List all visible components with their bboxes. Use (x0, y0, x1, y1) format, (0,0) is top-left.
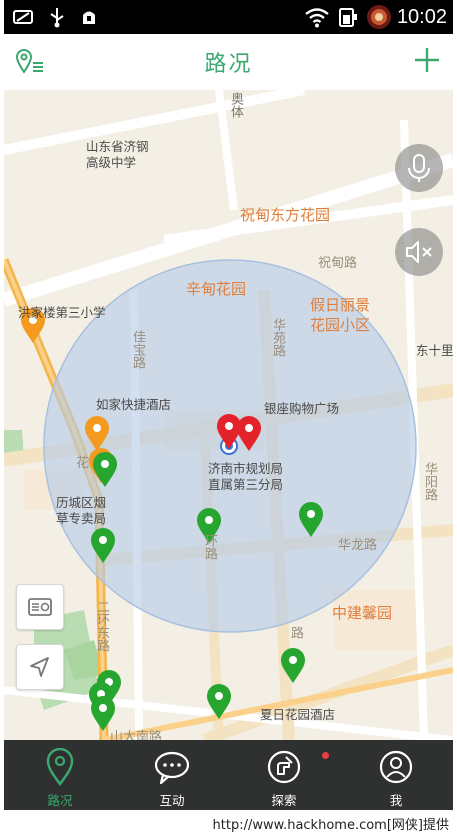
map-label-poi: 银座购物广场 (264, 401, 340, 416)
voice-button[interactable] (395, 144, 443, 192)
tab-traffic[interactable]: 路况 (4, 740, 116, 810)
map-label-poi: 洪家楼第三小学 (18, 305, 106, 320)
traffic-pin-green[interactable] (280, 648, 306, 684)
wifi-icon (305, 8, 329, 28)
mute-speaker-icon (406, 241, 432, 263)
android-debug-icon (83, 11, 95, 24)
watermark-text: http://www.hackhome.com[网侠]提供 (212, 818, 449, 833)
tab-explore[interactable]: 探索 (228, 740, 340, 810)
map-label-road: 华龙路 (338, 538, 378, 553)
bottom-tab-bar: 路况 互动 探索 我 (4, 740, 453, 810)
explore-badge (322, 752, 329, 759)
traffic-pin-green[interactable] (92, 452, 118, 488)
map-label-poi: 东十里 (416, 343, 453, 358)
tab-label: 互动 (159, 793, 185, 808)
traffic-pin-red[interactable] (236, 416, 262, 452)
microphone-icon (408, 154, 430, 182)
map-label-poi: 直属第三分局 (208, 477, 284, 492)
map-label-road: 奥体 (228, 92, 243, 118)
traffic-pin-orange[interactable] (84, 416, 110, 452)
locate-button[interactable] (16, 644, 64, 690)
watermark-footer: http://www.hackhome.com[网侠]提供 (0, 810, 457, 837)
status-time: 10:02 (396, 6, 447, 28)
map-label-poi: 夏日花园酒店 (260, 707, 336, 722)
status-bar: 10:02 (4, 0, 453, 34)
radio-icon (28, 598, 52, 616)
map-label-road: 花 (76, 456, 90, 471)
map-label-road: 佳宝路 (130, 330, 145, 369)
map-label-area: 祝甸东方花园 (240, 206, 331, 224)
page-title: 路况 (204, 52, 253, 77)
map-label-area: 花园小区 (310, 316, 371, 334)
map-label-area: 假日丽景 (310, 296, 371, 314)
map-label-road: 华阳路 (422, 462, 437, 501)
explore-hand-icon (267, 750, 301, 784)
map-label-road: 祝甸路 (318, 256, 358, 271)
traffic-pin-green[interactable] (298, 502, 324, 538)
map-label-road: 华苑路 (270, 318, 285, 357)
tab-label: 路况 (47, 793, 73, 808)
tab-me[interactable]: 我 (340, 740, 452, 810)
mute-button[interactable] (395, 228, 443, 276)
traffic-pin-green[interactable] (90, 528, 116, 564)
map-label-poi: 高级中学 (86, 155, 137, 170)
traffic-pin-green[interactable] (206, 684, 232, 720)
app-badge-icon (367, 5, 391, 29)
tab-interact[interactable]: 互动 (116, 740, 228, 810)
map-label-poi: 如家快捷酒店 (96, 397, 172, 412)
map-view[interactable]: 山东省济钢 高级中学 祝甸东方花园 祝甸路 辛甸花园 假日丽景 花园小区 洪家楼… (4, 90, 453, 740)
map-label-poi: 草专卖局 (56, 511, 107, 526)
map-label-road: 路 (288, 626, 303, 639)
map-label-road: 二环东路 (94, 600, 109, 652)
locate-arrow-icon (30, 657, 49, 677)
add-icon[interactable] (413, 42, 441, 78)
user-profile-icon (379, 750, 413, 784)
map-pin-tab-icon (46, 748, 74, 787)
map-label-area: 辛甸花园 (186, 280, 247, 298)
header: 路况 (4, 34, 453, 91)
map-label-road: 环路 (202, 534, 217, 560)
screenshot-icon (13, 10, 33, 24)
radio-button[interactable] (16, 584, 64, 630)
map-label-road: 山大南路 (110, 730, 163, 740)
app-screen: 10:02 路况 山东省济钢 高级中学 祝甸东方花园 祝甸路 辛甸花园 假日丽景… (0, 0, 457, 837)
tab-label: 探索 (271, 793, 297, 808)
usb-icon (50, 8, 64, 28)
chat-bubbles-icon (154, 751, 190, 785)
battery-icon (339, 8, 357, 27)
map-label-area: 中建馨园 (332, 604, 393, 622)
tab-label: 我 (389, 793, 403, 808)
